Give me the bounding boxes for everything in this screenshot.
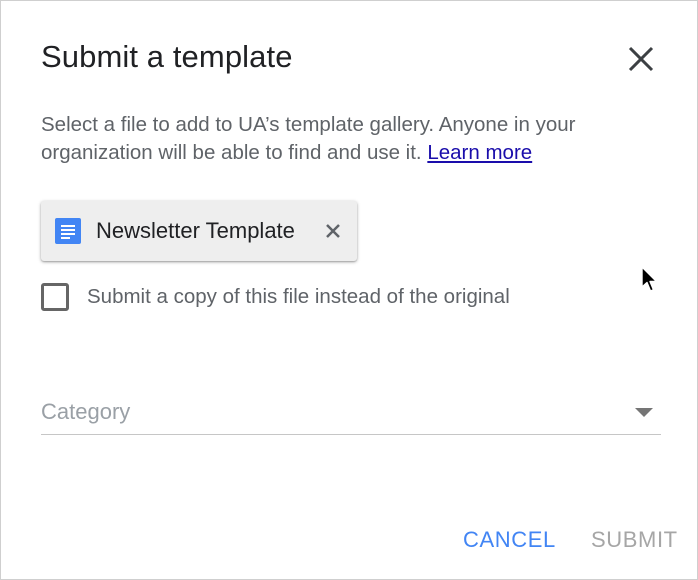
submit-button[interactable]: SUBMIT [591,527,678,553]
cancel-button[interactable]: CANCEL [463,527,556,553]
remove-icon [326,224,340,238]
dialog-description: Select a file to add to UA’s template ga… [41,111,641,167]
remove-file-button[interactable] [321,219,345,243]
learn-more-link[interactable]: Learn more [427,141,532,164]
category-select[interactable]: Category [41,393,661,435]
google-docs-icon [55,218,81,244]
category-placeholder: Category [41,399,131,424]
dialog-title: Submit a template [41,39,293,74]
copy-file-checkbox[interactable] [41,283,69,311]
selected-file-chip: Newsletter Template [41,201,357,261]
submit-template-dialog: Submit a template Select a file to add t… [0,0,698,580]
close-button[interactable] [621,39,661,79]
copy-file-checkbox-label[interactable]: Submit a copy of this file instead of th… [87,285,510,309]
file-chip-label: Newsletter Template [96,218,295,243]
close-icon [628,46,654,72]
mouse-pointer-icon [641,266,658,292]
copy-file-option: Submit a copy of this file instead of th… [41,279,510,315]
dropdown-arrow-icon [635,408,653,417]
